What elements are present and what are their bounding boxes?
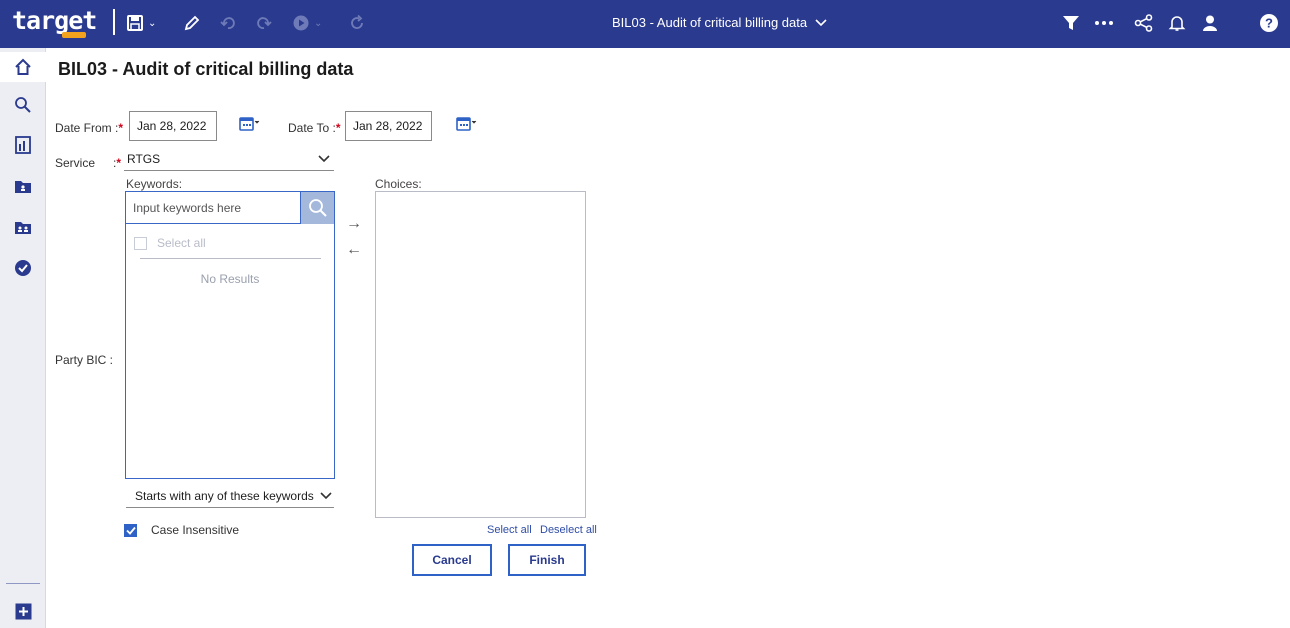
- chevron-down-icon: [815, 18, 827, 26]
- save-icon[interactable]: ⌄: [126, 10, 156, 36]
- keyword-search-button[interactable]: [301, 192, 334, 224]
- service-label: Service:*: [55, 156, 122, 170]
- home-icon[interactable]: [0, 52, 46, 82]
- keywords-input[interactable]: Input keywords here: [126, 192, 301, 224]
- help-icon[interactable]: ?: [1259, 10, 1279, 36]
- select-all-text: Select all: [157, 236, 206, 250]
- left-nav-rail: [0, 48, 46, 628]
- cancel-button[interactable]: Cancel: [412, 544, 492, 576]
- case-insensitive-checkbox[interactable]: [124, 523, 137, 537]
- run-icon[interactable]: ⌄: [292, 10, 322, 36]
- recent-check-icon[interactable]: [0, 253, 46, 283]
- chevron-down-icon: [318, 154, 330, 162]
- move-left-arrow-icon[interactable]: ←: [346, 241, 362, 259]
- select-all-checkbox: [134, 236, 147, 250]
- page-title: BIL03 - Audit of critical billing data: [58, 59, 354, 79]
- redo-icon[interactable]: [255, 10, 273, 36]
- move-right-arrow-icon[interactable]: →: [346, 215, 362, 233]
- report-title-dropdown[interactable]: BIL03 - Audit of critical billing data: [612, 15, 827, 30]
- run-dropdown-icon[interactable]: ⌄: [314, 18, 322, 29]
- team-content-folder-icon[interactable]: [0, 212, 46, 242]
- refresh-icon[interactable]: [348, 10, 366, 36]
- save-dropdown-icon[interactable]: ⌄: [148, 18, 156, 29]
- edit-icon[interactable]: [183, 10, 201, 36]
- new-plus-icon[interactable]: [0, 596, 46, 626]
- date-to-label: Date To :*: [288, 121, 341, 135]
- no-results-text: No Results: [200, 272, 260, 286]
- finish-button[interactable]: Finish: [508, 544, 586, 576]
- top-bar: target ⌄ ⌄ BIL03 - Audit of critical bil…: [0, 0, 1290, 48]
- keywords-label: Keywords:: [126, 177, 183, 191]
- share-icon[interactable]: [1134, 10, 1154, 36]
- rail-divider: [6, 583, 40, 584]
- report-title-text: BIL03 - Audit of critical billing data: [612, 15, 808, 30]
- required-marker: *: [118, 121, 124, 135]
- svg-text:?: ?: [1265, 16, 1273, 31]
- filter-icon[interactable]: [1062, 10, 1080, 36]
- party-bic-label: Party BIC :: [55, 353, 114, 367]
- select-all-link[interactable]: Select all: [487, 524, 532, 536]
- undo-icon[interactable]: [219, 10, 237, 36]
- date-from-field[interactable]: Jan 28, 2022: [129, 111, 217, 141]
- date-to-calendar-icon[interactable]: [454, 111, 480, 137]
- more-icon[interactable]: [1094, 10, 1114, 36]
- reports-icon[interactable]: [0, 130, 46, 160]
- user-icon[interactable]: [1201, 10, 1219, 36]
- date-to-field[interactable]: Jan 28, 2022: [345, 111, 432, 141]
- service-value: RTGS: [127, 151, 161, 166]
- keyword-mode-select[interactable]: Starts with any of these keywords: [126, 484, 334, 508]
- search-icon: [308, 199, 327, 217]
- choices-list[interactable]: [375, 191, 586, 518]
- target-logo: target: [12, 6, 97, 35]
- chevron-down-icon: [320, 491, 332, 499]
- keyword-mode-value: Starts with any of these keywords: [135, 488, 314, 503]
- case-insensitive-option[interactable]: Case Insensitive: [124, 523, 239, 537]
- service-select[interactable]: RTGS: [124, 147, 334, 171]
- deselect-all-link[interactable]: Deselect all: [540, 524, 597, 536]
- search-icon[interactable]: [0, 90, 46, 120]
- keywords-panel: Input keywords here Select all No Result…: [125, 191, 335, 479]
- required-marker: *: [116, 156, 122, 170]
- keywords-select-all: Select all: [134, 236, 206, 250]
- date-from-label: Date From :*: [55, 121, 124, 135]
- keywords-divider: [140, 258, 321, 259]
- logo-divider: [113, 9, 115, 35]
- logo-services-tag: [62, 32, 86, 38]
- required-marker: *: [335, 121, 341, 135]
- bell-icon[interactable]: [1168, 10, 1186, 36]
- date-from-calendar-icon[interactable]: [237, 111, 263, 137]
- my-content-folder-icon[interactable]: [0, 171, 46, 201]
- case-insensitive-label: Case Insensitive: [151, 523, 240, 537]
- choices-label: Choices:: [375, 177, 422, 191]
